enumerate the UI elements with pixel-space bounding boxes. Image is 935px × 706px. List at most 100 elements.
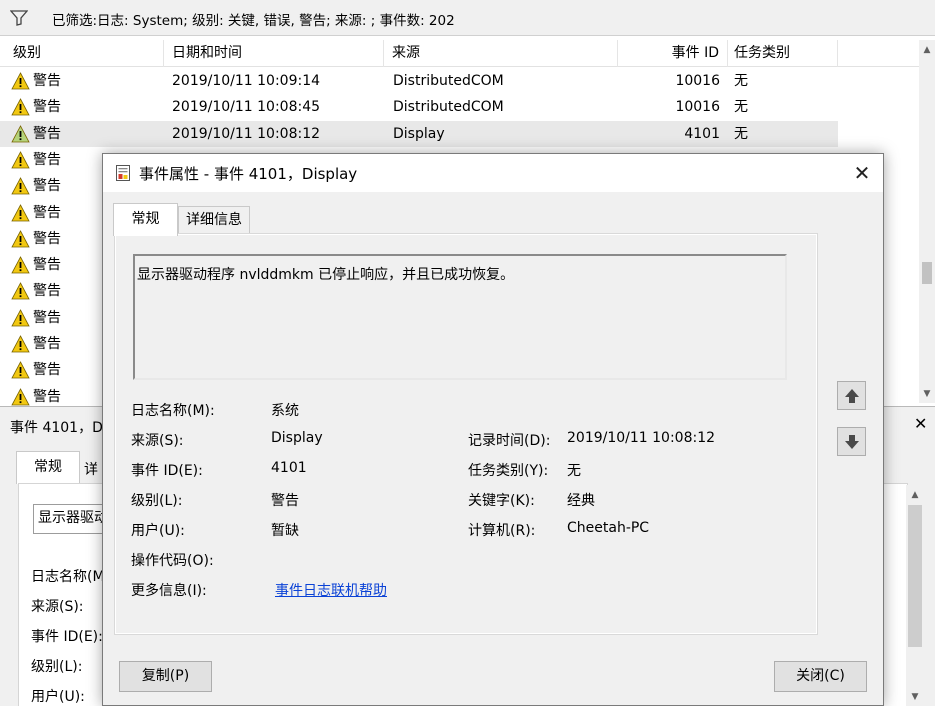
general-tab-panel: 显示器驱动程序 nvlddmkm 已停止响应，并且已成功恢复。 日志名称(M):…	[114, 233, 818, 635]
warning-icon	[11, 98, 30, 116]
column-header-event-id[interactable]: 事件 ID	[618, 40, 728, 67]
label-more-info: 更多信息(I):	[131, 583, 207, 599]
preview-label-level: 级别(L):	[31, 659, 83, 675]
warning-icon	[11, 387, 30, 405]
dialog-titlebar[interactable]: 事件属性 - 事件 4101，Display ✕	[103, 154, 883, 192]
tab-general[interactable]: 常规	[113, 203, 178, 236]
column-header-source[interactable]: 来源	[388, 40, 618, 67]
warning-icon	[11, 229, 30, 248]
value-computer: Cheetah-PC	[567, 520, 650, 536]
preview-scroll-up-icon[interactable]: ▲	[909, 489, 921, 501]
row-level: 警告	[33, 204, 61, 221]
row-level: 警告	[33, 309, 61, 326]
label-keywords: 关键字(K):	[468, 493, 535, 509]
warning-icon	[11, 203, 30, 221]
column-header-level[interactable]: 级别	[9, 40, 164, 67]
dialog-close-icon[interactable]: ✕	[849, 160, 875, 186]
value-task-category: 无	[567, 463, 581, 479]
row-event-id: 10016	[675, 99, 720, 116]
warning-icon	[11, 151, 30, 169]
scroll-up-arrow-icon[interactable]: ▲	[921, 44, 933, 56]
close-button[interactable]: 关闭(C)	[774, 661, 867, 692]
label-computer: 计算机(R):	[468, 523, 536, 539]
row-level: 警告	[33, 151, 61, 168]
previous-event-button[interactable]	[837, 381, 866, 410]
event-viewer-app-icon	[116, 165, 130, 181]
row-datetime: 2019/10/11 10:08:45	[172, 99, 321, 116]
scroll-down-arrow-icon[interactable]: ▼	[921, 388, 933, 400]
row-level: 警告	[33, 178, 61, 195]
preview-title: 事件 4101，Di	[10, 420, 107, 436]
value-log-name: 系统	[271, 403, 299, 419]
row-source: DistributedCOM	[393, 73, 504, 89]
row-level: 警告	[33, 336, 61, 352]
column-header-task[interactable]: 任务类别	[730, 40, 838, 67]
row-datetime: 2019/10/11 10:09:14	[172, 73, 321, 89]
arrow-up-icon	[845, 389, 859, 403]
preview-label-user: 用户(U):	[31, 689, 85, 705]
value-level: 警告	[271, 493, 299, 509]
preview-tab-general[interactable]: 常规	[16, 451, 80, 484]
label-source: 来源(S):	[131, 433, 184, 449]
warning-icon	[11, 177, 30, 195]
warning-icon	[11, 335, 30, 353]
copy-button[interactable]: 复制(P)	[119, 661, 212, 692]
preview-scroll-down-icon[interactable]: ▼	[909, 691, 921, 703]
value-user: 暂缺	[271, 523, 299, 539]
row-event-id: 10016	[675, 73, 720, 89]
row-task: 无	[734, 125, 748, 142]
preview-label-log-name: 日志名称(M	[31, 569, 105, 585]
column-header-datetime[interactable]: 日期和时间	[168, 40, 384, 67]
warning-icon	[11, 124, 30, 142]
preview-tab-details[interactable]: 详	[84, 459, 98, 479]
table-row[interactable]: 警告 2019/10/11 10:08:12 Display 4101 无	[0, 120, 838, 147]
table-row[interactable]: 警告 2019/10/11 10:09:14 DistributedCOM 10016…	[0, 68, 838, 94]
row-level: 警告	[33, 283, 61, 300]
row-level: 警告	[33, 73, 61, 89]
preview-scrollbar-thumb[interactable]	[908, 505, 922, 647]
row-level: 警告	[33, 257, 61, 274]
row-task: 无	[734, 73, 748, 89]
label-user: 用户(U):	[131, 523, 185, 539]
tab-details[interactable]: 详细信息	[178, 206, 250, 234]
value-logged: 2019/10/11 10:08:12	[567, 430, 716, 446]
warning-icon	[11, 308, 30, 327]
preview-scrollbar[interactable]: ▲ ▼	[906, 485, 924, 706]
row-source: Display	[393, 125, 445, 142]
event-description[interactable]: 显示器驱动程序 nvlddmkm 已停止响应，并且已成功恢复。	[133, 254, 787, 380]
label-task-category: 任务类别(Y):	[468, 463, 549, 479]
filter-summary: 已筛选:日志: System; 级别: 关键, 错误, 警告; 来源: ; 事件…	[52, 13, 455, 29]
value-keywords: 经典	[567, 493, 595, 509]
row-level: 警告	[33, 99, 61, 116]
warning-icon	[11, 256, 30, 274]
label-logged: 记录时间(D):	[468, 433, 551, 449]
event-log-online-help-link[interactable]: 事件日志联机帮助	[275, 580, 387, 600]
filter-icon[interactable]	[10, 10, 28, 26]
event-list-header: 级别 日期和时间 来源 事件 ID 任务类别	[0, 40, 920, 67]
filter-bar: 已筛选:日志: System; 级别: 关键, 错误, 警告; 来源: ; 事件…	[0, 0, 935, 36]
label-level: 级别(L):	[131, 493, 183, 509]
label-opcode: 操作代码(O):	[131, 553, 214, 569]
preview-close-icon[interactable]: ✕	[914, 414, 927, 433]
label-log-name: 日志名称(M):	[131, 403, 215, 419]
scrollbar-thumb[interactable]	[922, 262, 932, 284]
value-source: Display	[271, 430, 323, 446]
preview-label-event-id: 事件 ID(E):	[31, 629, 103, 645]
row-level: 警告	[33, 230, 61, 247]
warning-icon	[11, 72, 30, 90]
warning-icon	[11, 361, 30, 379]
row-source: DistributedCOM	[393, 99, 504, 116]
dialog-title: 事件属性 - 事件 4101，Display	[139, 165, 358, 183]
row-level: 警告	[33, 362, 61, 379]
row-event-id: 4101	[684, 125, 720, 142]
event-properties-dialog: 事件属性 - 事件 4101，Display ✕ 常规 详细信息 显示器驱动程序…	[102, 153, 884, 706]
value-event-id: 4101	[271, 460, 307, 476]
label-event-id: 事件 ID(E):	[131, 463, 203, 479]
next-event-button[interactable]	[837, 427, 866, 456]
event-list-scrollbar[interactable]: ▲ ▼	[919, 40, 935, 403]
preview-label-source: 来源(S):	[31, 599, 84, 615]
arrow-down-icon	[845, 435, 859, 449]
table-row[interactable]: 警告 2019/10/11 10:08:45 DistributedCOM 10016…	[0, 94, 838, 120]
row-level: 警告	[33, 125, 61, 142]
warning-icon	[11, 282, 30, 300]
